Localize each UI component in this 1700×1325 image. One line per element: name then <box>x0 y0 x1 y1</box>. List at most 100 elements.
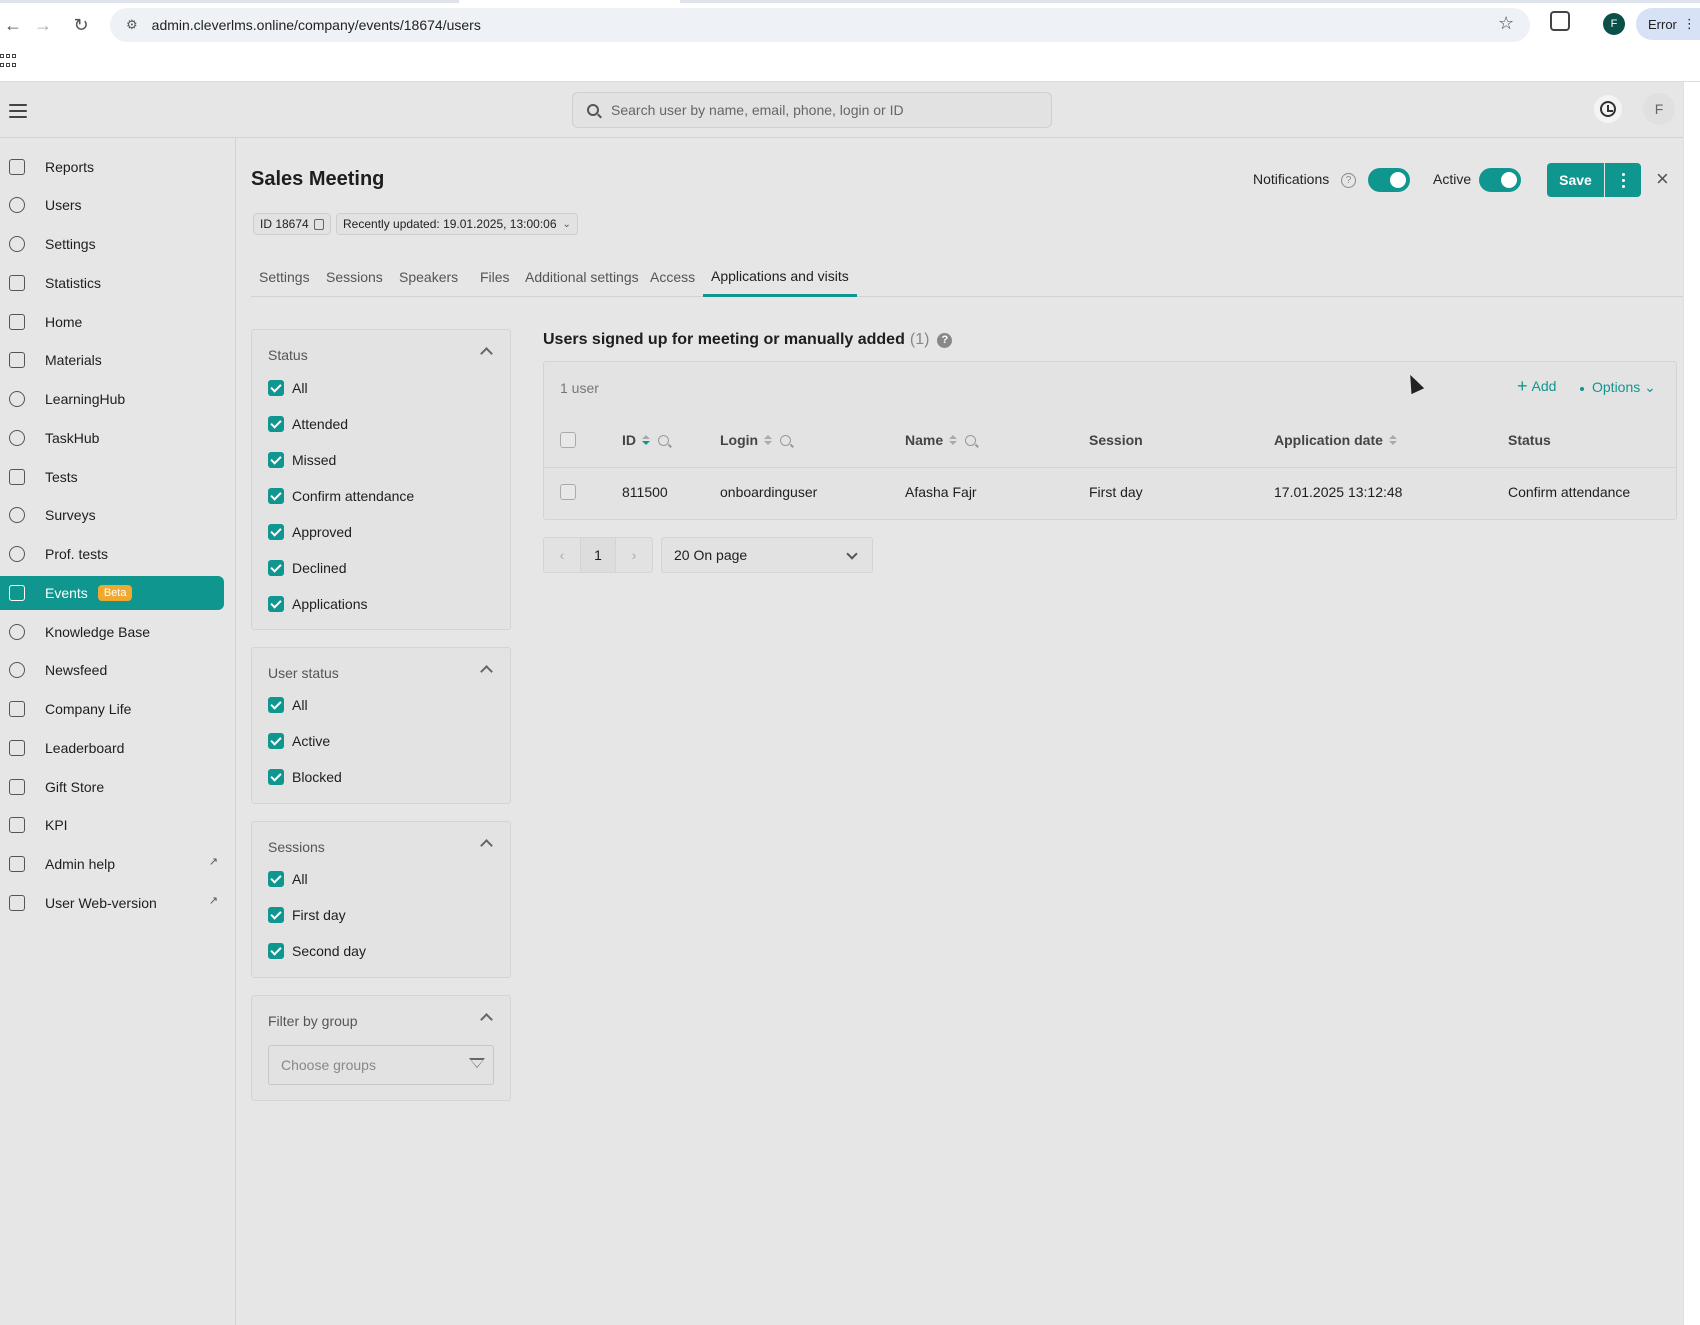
status-option[interactable]: Attended <box>268 414 348 434</box>
page-number-button[interactable]: 1 <box>580 538 616 572</box>
checkbox-checked[interactable] <box>268 452 284 468</box>
row-checkbox[interactable] <box>560 484 576 500</box>
tab-settings[interactable]: Settings <box>251 257 318 297</box>
global-search-input[interactable]: Search user by name, email, phone, login… <box>572 92 1052 128</box>
checkbox-checked[interactable] <box>268 596 284 612</box>
choose-groups-select[interactable]: Choose groups <box>268 1045 494 1085</box>
select-all-checkbox[interactable] <box>560 432 576 448</box>
status-option[interactable]: All <box>268 378 308 398</box>
checkbox-checked[interactable] <box>268 943 284 959</box>
sort-icon[interactable] <box>642 435 650 445</box>
search-icon[interactable] <box>658 434 669 446</box>
sidebar-item-user-web-version[interactable]: User Web-version ↗ <box>0 886 224 920</box>
checkbox-checked[interactable] <box>268 733 284 749</box>
browser-profile-avatar[interactable]: F <box>1603 13 1625 35</box>
chevron-up-icon[interactable] <box>480 347 493 360</box>
status-option[interactable]: Approved <box>268 522 352 542</box>
sidebar-item-events[interactable]: Events Beta <box>0 576 224 610</box>
column-header-login[interactable]: Login <box>720 432 792 448</box>
chevron-up-icon[interactable] <box>480 665 493 678</box>
active-toggle[interactable] <box>1479 168 1521 192</box>
extensions-icon[interactable] <box>1550 11 1570 31</box>
checkbox-checked[interactable] <box>268 871 284 887</box>
checkbox-checked[interactable] <box>268 416 284 432</box>
sidebar-item-materials[interactable]: Materials <box>0 343 224 377</box>
session-option[interactable]: Second day <box>268 941 366 961</box>
event-id-chip[interactable]: ID 18674 <box>253 213 331 235</box>
user-status-option[interactable]: Active <box>268 731 330 751</box>
session-option[interactable]: First day <box>268 905 346 925</box>
chevron-up-icon[interactable] <box>480 839 493 852</box>
site-settings-icon[interactable]: ⚙ <box>126 17 138 33</box>
forward-arrow-icon[interactable]: → <box>30 12 56 38</box>
tab-applications-and-visits[interactable]: Applications and visits <box>703 257 857 297</box>
save-button[interactable]: Save <box>1547 163 1604 197</box>
checkbox-checked[interactable] <box>268 697 284 713</box>
chevron-up-icon[interactable] <box>480 1013 493 1026</box>
checkbox-checked[interactable] <box>268 907 284 923</box>
column-header-name[interactable]: Name <box>905 432 977 448</box>
per-page-select[interactable]: 20 On page <box>661 537 873 573</box>
menu-hamburger-icon[interactable] <box>9 104 27 118</box>
sidebar-item-tests[interactable]: Tests <box>0 460 224 494</box>
status-option[interactable]: Applications <box>268 594 368 614</box>
sidebar-item-prof-tests[interactable]: Prof. tests <box>0 537 224 571</box>
checkbox-checked[interactable] <box>268 524 284 540</box>
session-option[interactable]: All <box>268 869 308 889</box>
add-user-button[interactable]: + Add <box>1517 377 1556 395</box>
user-avatar[interactable]: F <box>1643 93 1675 125</box>
sidebar-item-knowledge-base[interactable]: Knowledge Base <box>0 615 224 649</box>
help-icon[interactable]: ? <box>1341 173 1356 188</box>
reload-icon[interactable]: ↻ <box>68 12 94 38</box>
sort-icon[interactable] <box>949 435 958 445</box>
search-icon[interactable] <box>780 434 792 446</box>
close-icon[interactable]: × <box>1656 168 1669 190</box>
column-header-application-date[interactable]: Application date <box>1274 432 1397 448</box>
checkbox-checked[interactable] <box>268 488 284 504</box>
address-bar[interactable]: ⚙ admin.cleverlms.online/company/events/… <box>110 8 1530 42</box>
sidebar-item-users[interactable]: Users <box>0 188 224 222</box>
tab-speakers[interactable]: Speakers <box>391 257 466 297</box>
sidebar-item-admin-help[interactable]: Admin help ↗ <box>0 847 224 881</box>
options-dropdown[interactable]: Options ⌄ <box>1592 379 1656 396</box>
sidebar-item-statistics[interactable]: Statistics <box>0 266 224 300</box>
checkbox-checked[interactable] <box>268 380 284 396</box>
user-status-option[interactable]: Blocked <box>268 767 342 787</box>
sidebar-item-surveys[interactable]: Surveys <box>0 498 224 532</box>
sidebar-item-kpi[interactable]: KPI <box>0 808 224 842</box>
cell-login[interactable]: onboardinguser <box>720 484 817 500</box>
page-scrollbar[interactable] <box>1683 82 1700 1325</box>
sidebar-item-learninghub[interactable]: LearningHub <box>0 382 224 416</box>
sort-icon[interactable] <box>1388 435 1397 445</box>
back-arrow-icon[interactable]: ← <box>0 12 26 38</box>
cell-name[interactable]: Afasha Fajr <box>905 484 977 500</box>
tab-additional-settings[interactable]: Additional settings <box>517 257 647 297</box>
notifications-toggle[interactable] <box>1368 168 1410 192</box>
sidebar-item-company-life[interactable]: Company Life <box>0 692 224 726</box>
apps-grid-icon[interactable] <box>0 54 16 70</box>
status-option[interactable]: Missed <box>268 450 336 470</box>
sidebar-item-home[interactable]: Home <box>0 305 224 339</box>
prev-page-button[interactable]: ‹ <box>544 538 580 572</box>
help-icon[interactable]: ? <box>937 332 953 348</box>
status-option[interactable]: Confirm attendance <box>268 486 414 506</box>
sidebar-item-reports[interactable]: Reports <box>0 150 224 184</box>
sidebar-item-leaderboard[interactable]: Leaderboard <box>0 731 224 765</box>
tab-access[interactable]: Access <box>642 257 703 297</box>
copy-icon[interactable] <box>313 218 324 230</box>
checkbox-checked[interactable] <box>268 560 284 576</box>
user-status-option[interactable]: All <box>268 695 308 715</box>
tab-files[interactable]: Files <box>472 257 518 297</box>
sidebar-item-taskhub[interactable]: TaskHub <box>0 421 224 455</box>
tab-sessions[interactable]: Sessions <box>318 257 391 297</box>
next-page-button[interactable]: › <box>616 538 652 572</box>
cell-status[interactable]: Confirm attendance <box>1508 484 1630 500</box>
sort-icon[interactable] <box>764 435 773 445</box>
column-header-id[interactable]: ID <box>622 432 669 448</box>
more-actions-button[interactable] <box>1605 163 1641 197</box>
sidebar-item-gift-store[interactable]: Gift Store <box>0 770 224 804</box>
checkbox-checked[interactable] <box>268 769 284 785</box>
bookmark-star-icon[interactable]: ☆ <box>1498 13 1514 34</box>
error-button[interactable]: Error ⋮ <box>1636 8 1700 40</box>
history-button[interactable] <box>1594 95 1622 123</box>
